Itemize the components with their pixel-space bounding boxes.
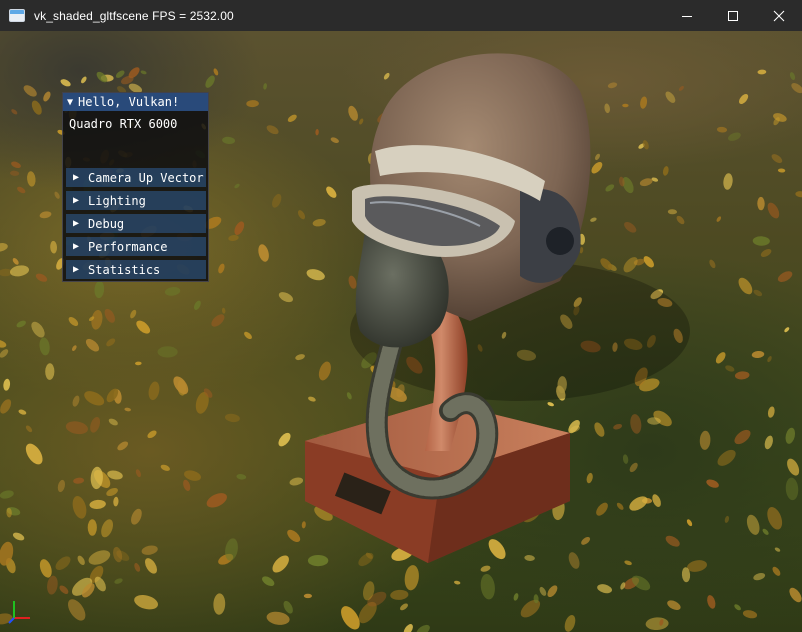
minimize-button[interactable] [664, 0, 710, 31]
maximize-icon [728, 10, 738, 21]
close-button[interactable] [756, 0, 802, 31]
header-label: Lighting [88, 193, 146, 208]
axis-gizmo [8, 601, 30, 624]
app-icon [9, 9, 25, 22]
imgui-window-title: Hello, Vulkan! [78, 95, 180, 109]
header-debug[interactable]: ▶ Debug [66, 214, 206, 233]
z-axis [8, 617, 15, 624]
close-icon [773, 10, 785, 21]
header-label: Debug [88, 216, 125, 231]
gpu-name-label: Quadro RTX 6000 [69, 117, 178, 131]
imgui-panel[interactable]: ▼ Hello, Vulkan! Quadro RTX 6000 ▶ Camera… [62, 92, 209, 282]
header-lighting[interactable]: ▶ Lighting [66, 191, 206, 210]
expand-arrow-icon: ▶ [73, 241, 80, 252]
header-label: Performance [88, 239, 168, 254]
render-viewport[interactable]: ▼ Hello, Vulkan! Quadro RTX 6000 ▶ Camera… [0, 31, 802, 632]
header-label: Statistics [88, 262, 161, 277]
app-window: vk_shaded_gltfscene FPS = 2532.00 ▼ Hell… [0, 0, 802, 632]
header-label: Camera Up Vector [88, 170, 204, 185]
header-performance[interactable]: ▶ Performance [66, 237, 206, 256]
imgui-title-bar[interactable]: ▼ Hello, Vulkan! [63, 93, 208, 111]
title-bar[interactable]: vk_shaded_gltfscene FPS = 2532.00 [0, 0, 802, 31]
collapse-arrow-icon[interactable]: ▼ [67, 97, 73, 108]
maximize-button[interactable] [710, 0, 756, 31]
header-statistics[interactable]: ▶ Statistics [66, 260, 206, 279]
window-title: vk_shaded_gltfscene FPS = 2532.00 [34, 8, 234, 23]
caption-buttons [664, 0, 802, 31]
expand-arrow-icon: ▶ [73, 172, 80, 183]
minimize-icon [682, 15, 692, 17]
expand-arrow-icon: ▶ [73, 218, 80, 229]
expand-arrow-icon: ▶ [73, 195, 80, 206]
expand-arrow-icon: ▶ [73, 264, 80, 275]
header-camera-up-vector[interactable]: ▶ Camera Up Vector [66, 168, 206, 187]
